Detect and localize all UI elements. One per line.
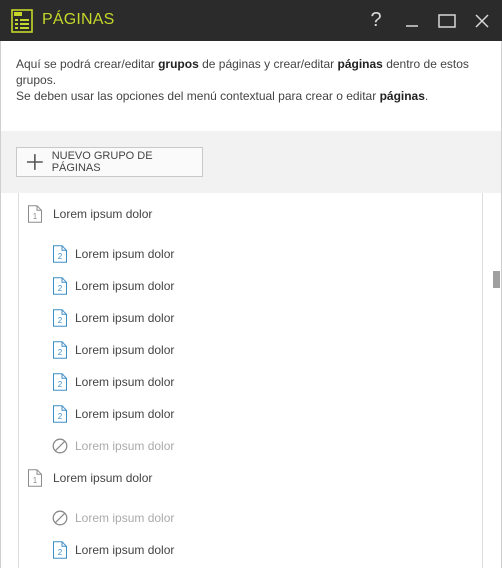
help-label: ? [370, 9, 382, 31]
page-label: Lorem ipsum dolor [75, 439, 175, 453]
window-title: PÁGINAS [42, 11, 115, 28]
page-item-disabled[interactable]: Lorem ipsum dolor [52, 508, 174, 528]
maximize-icon [438, 13, 456, 28]
svg-text:2: 2 [58, 348, 63, 357]
page-item[interactable]: 2 Lorem ipsum dolor [52, 540, 174, 560]
svg-text:2: 2 [58, 252, 63, 261]
new-page-group-button[interactable]: NUEVO GRUPO DE PÁGINAS [16, 147, 203, 177]
window-frame-left [0, 41, 1, 568]
page-item[interactable]: 2 Lorem ipsum dolor [52, 308, 174, 328]
svg-text:2: 2 [58, 412, 63, 421]
svg-text:2: 2 [58, 548, 63, 557]
maximize-button[interactable] [430, 0, 464, 41]
page-icon: 2 [53, 405, 67, 423]
svg-text:1: 1 [33, 212, 38, 221]
page-label: Lorem ipsum dolor [75, 543, 175, 557]
svg-text:2: 2 [58, 284, 63, 293]
intro-line-2: Se deben usar las opciones del menú cont… [16, 89, 429, 103]
svg-text:2: 2 [58, 380, 63, 389]
help-button[interactable]: ? [359, 0, 393, 41]
page-item[interactable]: 2 Lorem ipsum dolor [52, 276, 174, 296]
page-icon: 2 [53, 541, 67, 559]
page-icon: 2 [53, 277, 67, 295]
page-label: Lorem ipsum dolor [75, 375, 175, 389]
page-item-disabled[interactable]: Lorem ipsum dolor [52, 436, 174, 456]
close-button[interactable] [465, 0, 499, 41]
page-item[interactable]: 2 Lorem ipsum dolor [52, 404, 174, 424]
scrollbar-thumb[interactable] [493, 271, 500, 288]
minimize-icon [406, 24, 418, 27]
intro-line-1: Aquí se podrá crear/editar grupos de pág… [16, 57, 469, 87]
intro-text: Aquí se podrá crear/editar grupos de pág… [16, 56, 486, 104]
minimize-button[interactable] [395, 0, 429, 41]
page-item[interactable]: 2 Lorem ipsum dolor [52, 340, 174, 360]
title-bar: PÁGINAS ? [0, 0, 502, 41]
page-label: Lorem ipsum dolor [75, 407, 175, 421]
group-page-icon: 1 [28, 205, 42, 223]
disabled-icon [52, 438, 68, 454]
page-label: Lorem ipsum dolor [75, 279, 175, 293]
svg-text:1: 1 [33, 476, 38, 485]
page-label: Lorem ipsum dolor [75, 311, 175, 325]
disabled-icon [52, 510, 68, 526]
plus-icon [26, 154, 43, 170]
svg-text:2: 2 [58, 316, 63, 325]
group-label: Lorem ipsum dolor [53, 471, 153, 485]
group-label: Lorem ipsum dolor [53, 207, 153, 221]
pages-app-icon [11, 9, 33, 33]
page-label: Lorem ipsum dolor [75, 511, 175, 525]
page-label: Lorem ipsum dolor [75, 247, 175, 261]
page-icon: 2 [53, 373, 67, 391]
page-item[interactable]: 2 Lorem ipsum dolor [52, 372, 174, 392]
page-icon: 2 [53, 341, 67, 359]
page-icon: 2 [53, 245, 67, 263]
group-item[interactable]: 1 Lorem ipsum dolor [27, 204, 152, 224]
page-icon: 2 [53, 309, 67, 327]
group-item[interactable]: 1 Lorem ipsum dolor [27, 468, 152, 488]
page-item[interactable]: 2 Lorem ipsum dolor [52, 244, 174, 264]
close-icon [475, 13, 489, 28]
group-page-icon: 1 [28, 469, 42, 487]
page-label: Lorem ipsum dolor [75, 343, 175, 357]
new-page-group-label: NUEVO GRUPO DE PÁGINAS [51, 150, 153, 174]
